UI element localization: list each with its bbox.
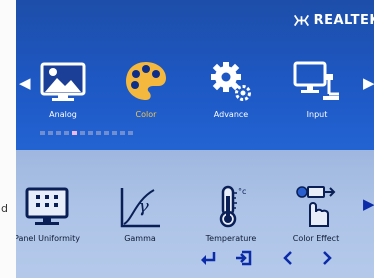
category-label: Input [306,110,328,119]
gamma-curve-icon: γ [120,188,160,228]
category-label: Color [135,110,157,119]
page-dot [40,131,45,135]
osd-menu: REALTEK ◀ ▶ Analog Color Advance Input P… [16,0,374,278]
brand-name: REALTEK [313,13,374,28]
osd-category-bar: REALTEK ◀ ▶ Analog Color Advance Input [16,0,374,150]
bezel-left: d [0,0,16,278]
palette-icon [126,62,166,100]
category-color[interactable]: Color [111,60,181,119]
page-dot-active [72,131,77,135]
gears-icon [211,62,251,101]
page-dot [56,131,61,135]
category-advance[interactable]: Advance [196,60,266,119]
right-button[interactable] [321,250,333,271]
submenu-color-effect[interactable]: Color Effect [277,184,355,243]
submenu-temperature[interactable]: °c Temperature [192,184,270,243]
submenu-panel-uniformity[interactable]: Panel Uniformity [16,184,86,243]
next-submenu-arrow[interactable]: ▶ [363,195,374,213]
page-indicator [40,131,133,135]
monitor-screen: d REALTEK ◀ ▶ Analog Color Advance Input… [0,0,374,278]
brand-logo: REALTEK [293,13,374,28]
page-dot [80,131,85,135]
submenu-gamma[interactable]: γ Gamma [101,184,179,243]
page-dot [112,131,117,135]
realtek-crab-logo-icon [293,14,309,27]
pc-input-icon [293,61,339,100]
thermometer-icon: °c [219,185,246,228]
svg-text:γ: γ [138,196,149,217]
submenu-label: Temperature [205,234,257,243]
page-dot [64,131,69,135]
page-dot [48,131,53,135]
panel-grid-icon [25,187,69,225]
page-dot [96,131,101,135]
submenu-label: Panel Uniformity [16,234,81,243]
exit-icon [236,250,252,266]
color-effect-icon [296,186,336,227]
bezel-label: d [1,202,8,215]
enter-arrow-icon [201,252,216,265]
page-dot [120,131,125,135]
monitor-landscape-icon [40,62,86,101]
enter-button[interactable] [199,250,217,271]
submenu-label: Color Effect [292,234,340,243]
page-dot [104,131,109,135]
page-dot [88,131,93,135]
category-label: Advance [213,110,249,119]
svg-text:°c: °c [238,187,246,196]
osd-submenu: Panel Uniformity γ Gamma °c Temperature … [16,150,374,278]
category-label: Analog [49,110,77,119]
category-input[interactable]: Input [282,60,352,119]
next-category-arrow[interactable]: ▶ [363,74,374,92]
exit-button[interactable] [234,250,252,271]
chevron-left-icon [283,251,292,265]
chevron-right-icon [323,251,332,265]
submenu-label: Gamma [124,234,156,243]
left-button[interactable] [282,250,294,271]
page-dot [128,131,133,135]
category-analog[interactable]: Analog [28,60,98,119]
